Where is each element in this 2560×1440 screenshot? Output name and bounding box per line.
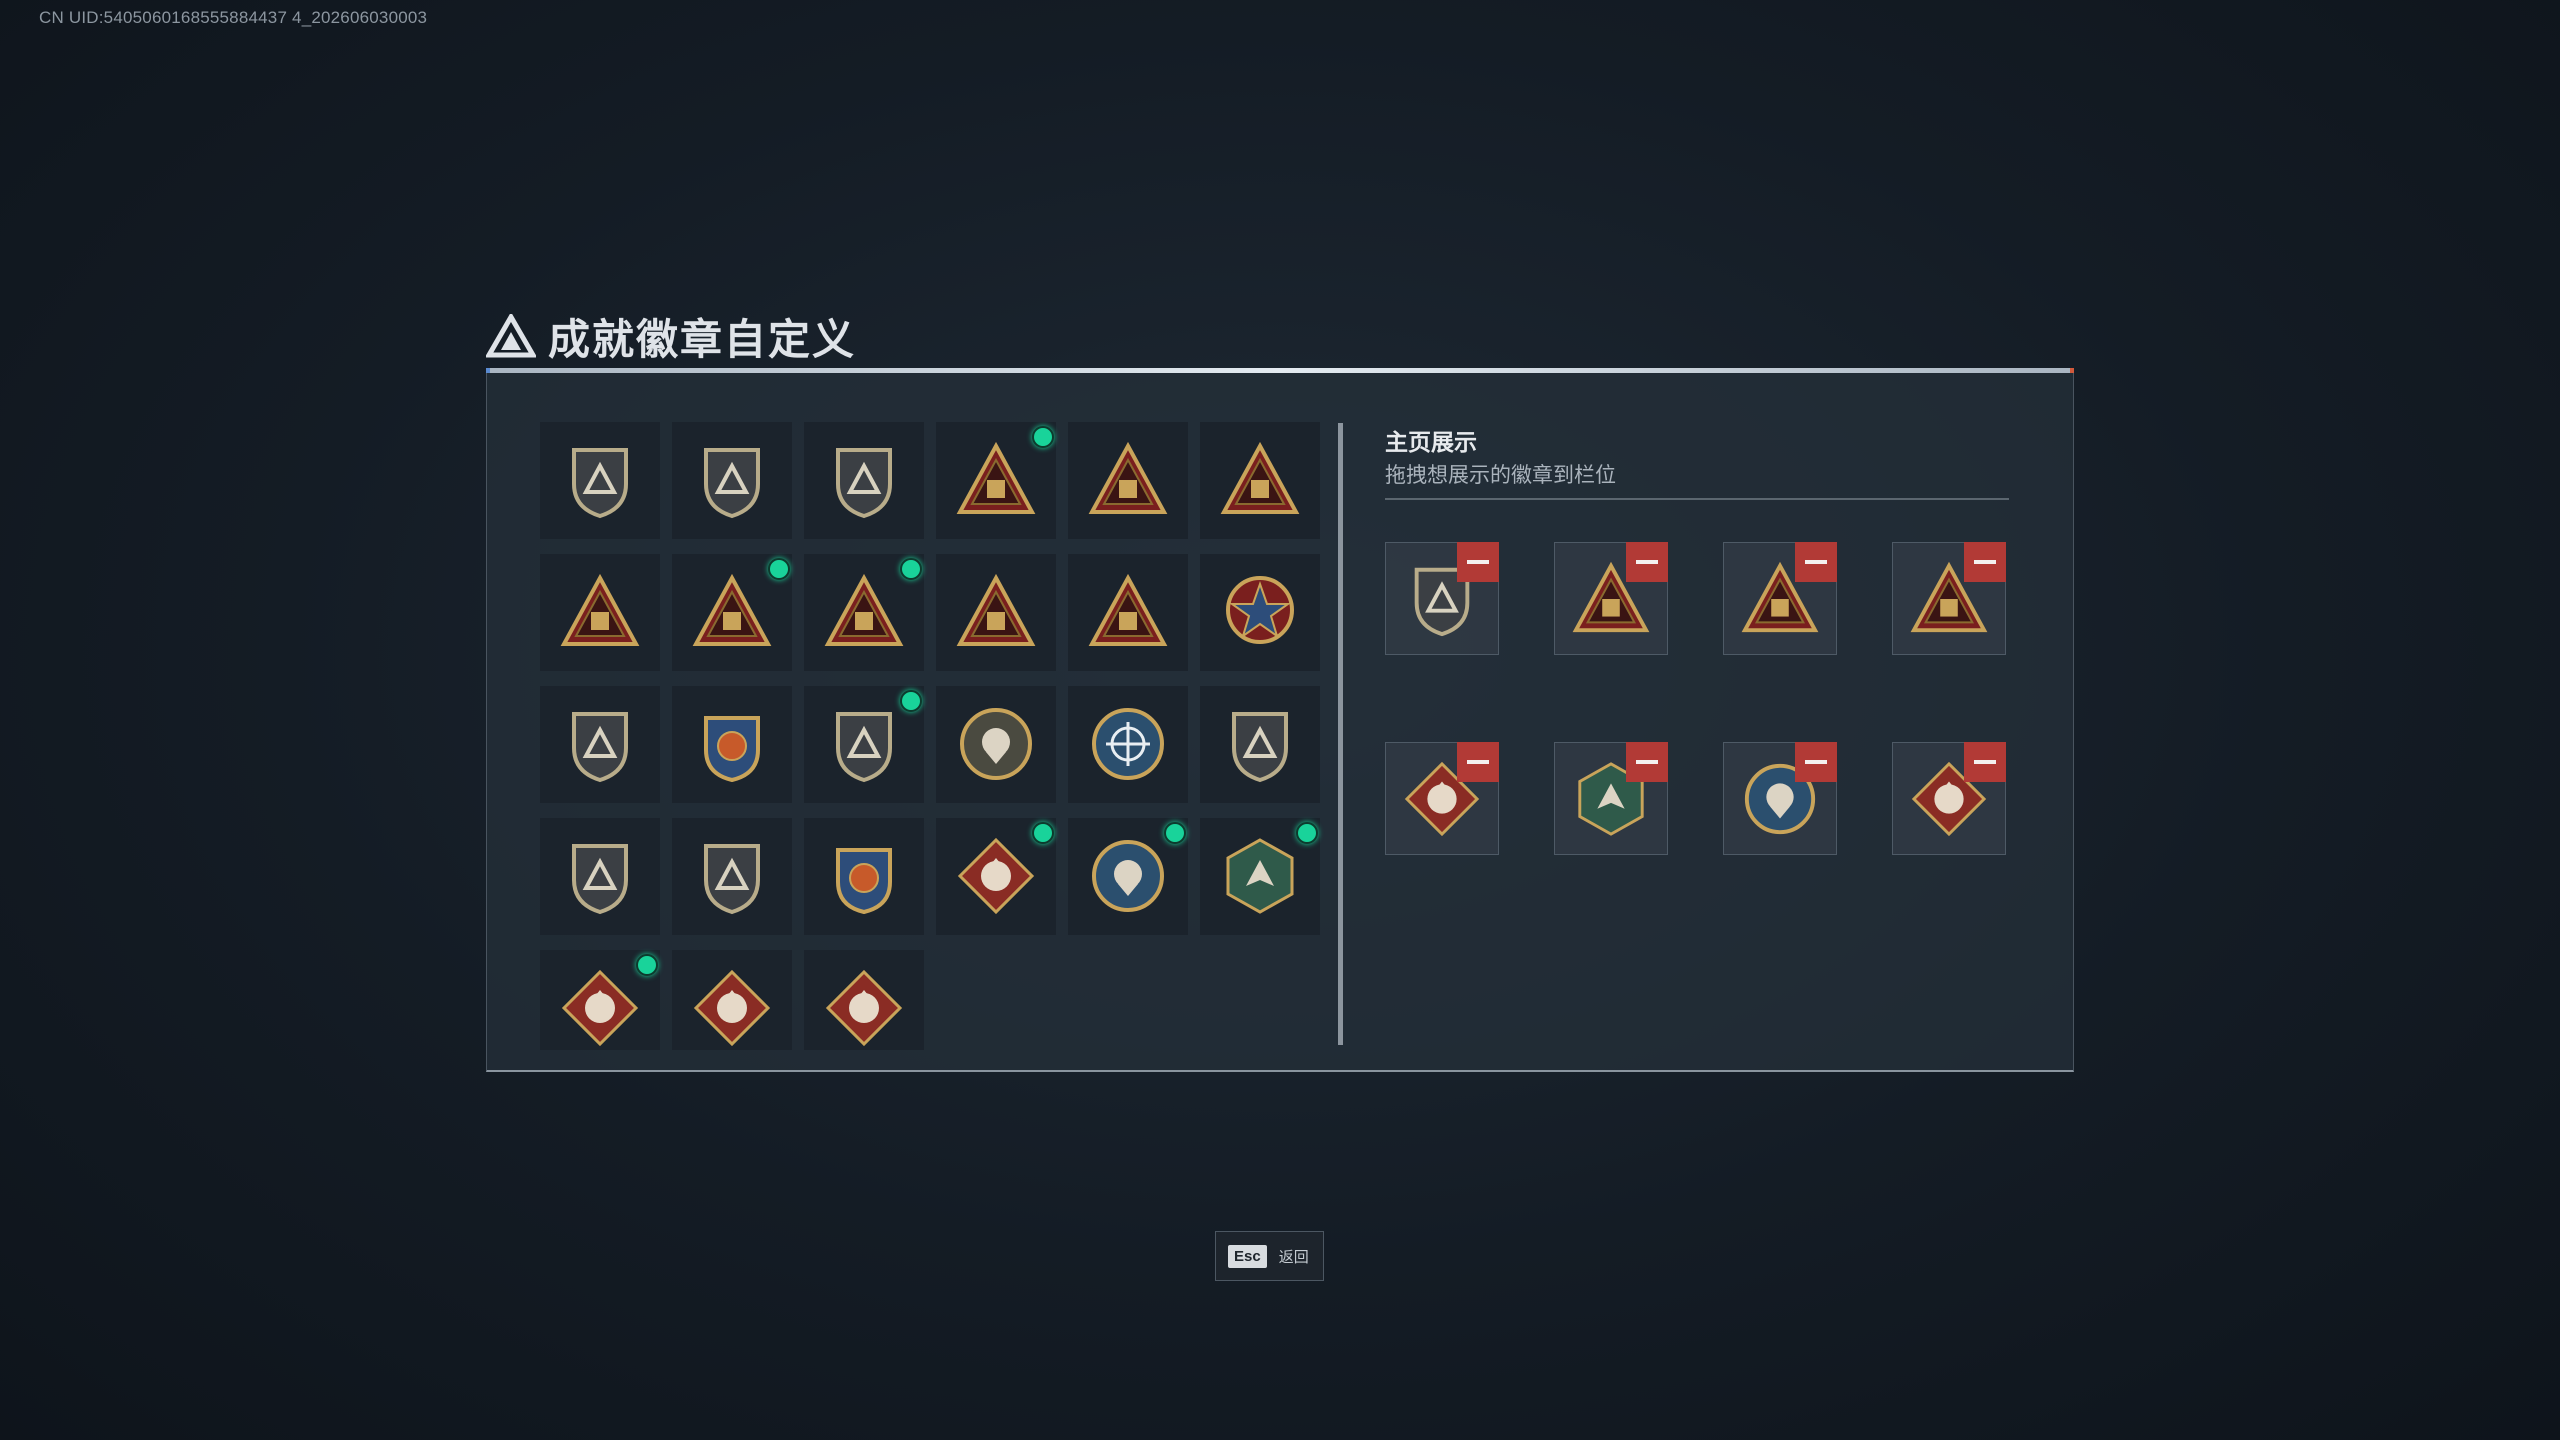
display-slot[interactable] <box>1554 742 1668 855</box>
badge-cell[interactable] <box>540 422 660 539</box>
remove-slot-button[interactable] <box>1795 542 1837 582</box>
badge-cell[interactable] <box>804 422 924 539</box>
triangle-number-one-badge-icon <box>560 573 640 646</box>
badge-cell[interactable] <box>936 818 1056 935</box>
shield-rifle-badge-icon <box>572 844 628 915</box>
shield-dagger-badge-icon <box>836 448 892 519</box>
new-indicator-dot <box>1296 822 1318 844</box>
page-title: 成就徽章自定义 <box>548 315 857 363</box>
shield-hexagon-badge-icon <box>836 712 892 783</box>
badge-cell[interactable] <box>936 554 1056 671</box>
triangle-rifle-badge-icon <box>1088 573 1168 646</box>
new-indicator-dot <box>1164 822 1186 844</box>
diamond-dragon-badge-icon <box>561 969 639 1047</box>
remove-slot-button[interactable] <box>1795 742 1837 782</box>
badge-customize-panel: 主页展示 拖拽想展示的徽章到栏位 <box>486 373 2074 1072</box>
hex-green-beast-badge-icon <box>1226 838 1294 914</box>
badge-cell[interactable] <box>936 422 1056 539</box>
badge-cell[interactable] <box>540 554 660 671</box>
display-slot[interactable] <box>1385 742 1499 855</box>
triangle-crate-badge-icon <box>692 573 772 646</box>
badge-cell[interactable] <box>1068 422 1188 539</box>
badge-cell[interactable] <box>1068 818 1188 935</box>
badge-cell[interactable] <box>672 554 792 671</box>
triangle-soldier-badge-icon <box>956 573 1036 646</box>
badge-cell[interactable] <box>672 422 792 539</box>
badge-cell[interactable] <box>804 950 924 1050</box>
shield-wings-badge-icon <box>572 712 628 783</box>
esc-key-hint: Esc <box>1228 1244 1267 1268</box>
shield-helicopter-badge-icon <box>704 448 760 519</box>
triangle-sb-badge-icon <box>956 441 1036 514</box>
display-section-subtitle: 拖拽想展示的徽章到栏位 <box>1385 464 1616 487</box>
shield-delta-badge-icon <box>572 448 628 519</box>
new-indicator-dot <box>768 558 790 580</box>
new-indicator-dot <box>900 690 922 712</box>
diamond-hammer-badge-icon <box>825 969 903 1047</box>
display-section-divider <box>1385 498 2009 500</box>
page-header: 成就徽章自定义 <box>486 310 856 363</box>
round-eagle-badge-icon <box>1092 840 1164 912</box>
badge-cell[interactable] <box>804 818 924 935</box>
blue-crosshair-badge-icon <box>1092 708 1164 780</box>
display-slot[interactable] <box>1892 742 2006 855</box>
badge-grid <box>540 422 1333 1050</box>
star-emblem-badge-icon <box>1226 576 1294 644</box>
shield-rifle-badge-icon <box>704 844 760 915</box>
remove-slot-button[interactable] <box>1626 542 1668 582</box>
badge-cell[interactable] <box>672 950 792 1050</box>
delta-logo-icon <box>486 314 536 358</box>
badge-cell[interactable] <box>540 818 660 935</box>
display-slot[interactable] <box>1385 542 1499 655</box>
uid-text: CN UID:5405060168555884437 4_20260603000… <box>39 8 428 27</box>
badge-cell[interactable] <box>936 686 1056 803</box>
badge-cell[interactable] <box>1200 686 1320 803</box>
new-indicator-dot <box>636 954 658 976</box>
scrollbar[interactable] <box>1338 423 1343 1045</box>
badge-cell[interactable] <box>672 818 792 935</box>
display-slot[interactable] <box>1723 542 1837 655</box>
remove-slot-button[interactable] <box>1457 542 1499 582</box>
diamond-wolf-badge-icon <box>957 837 1035 915</box>
blue-gold-crest-badge-icon <box>836 848 892 915</box>
badge-cell[interactable] <box>672 686 792 803</box>
display-slot[interactable] <box>1723 742 1837 855</box>
back-button[interactable]: Esc 返回 <box>1215 1231 1324 1281</box>
shield-rifle-badge-icon <box>1232 712 1288 783</box>
new-indicator-dot <box>1032 822 1054 844</box>
badge-cell[interactable] <box>1200 818 1320 935</box>
back-label: 返回 <box>1278 1248 1309 1266</box>
remove-slot-button[interactable] <box>1626 742 1668 782</box>
badge-cell[interactable] <box>540 950 660 1050</box>
display-slot[interactable] <box>1554 542 1668 655</box>
diamond-horse-badge-icon <box>693 969 771 1047</box>
badge-cell[interactable] <box>1200 554 1320 671</box>
badge-cell[interactable] <box>1200 422 1320 539</box>
display-slot[interactable] <box>1892 542 2006 655</box>
remove-slot-button[interactable] <box>1964 742 2006 782</box>
new-indicator-dot <box>900 558 922 580</box>
triangle-leaf-badge-icon <box>1220 441 1300 514</box>
triangle-medic-badge-icon <box>824 573 904 646</box>
badge-cell[interactable] <box>1068 686 1188 803</box>
badge-cell[interactable] <box>804 686 924 803</box>
triangle-hand-badge-icon <box>1088 441 1168 514</box>
remove-slot-button[interactable] <box>1964 542 2006 582</box>
badge-cell[interactable] <box>1068 554 1188 671</box>
badge-cell[interactable] <box>540 686 660 803</box>
display-section-title: 主页展示 <box>1385 429 1477 455</box>
badge-cell[interactable] <box>804 554 924 671</box>
round-skull-badge-icon <box>960 708 1032 780</box>
new-indicator-dot <box>1032 426 1054 448</box>
remove-slot-button[interactable] <box>1457 742 1499 782</box>
crest-stars-badge-icon <box>704 716 760 783</box>
